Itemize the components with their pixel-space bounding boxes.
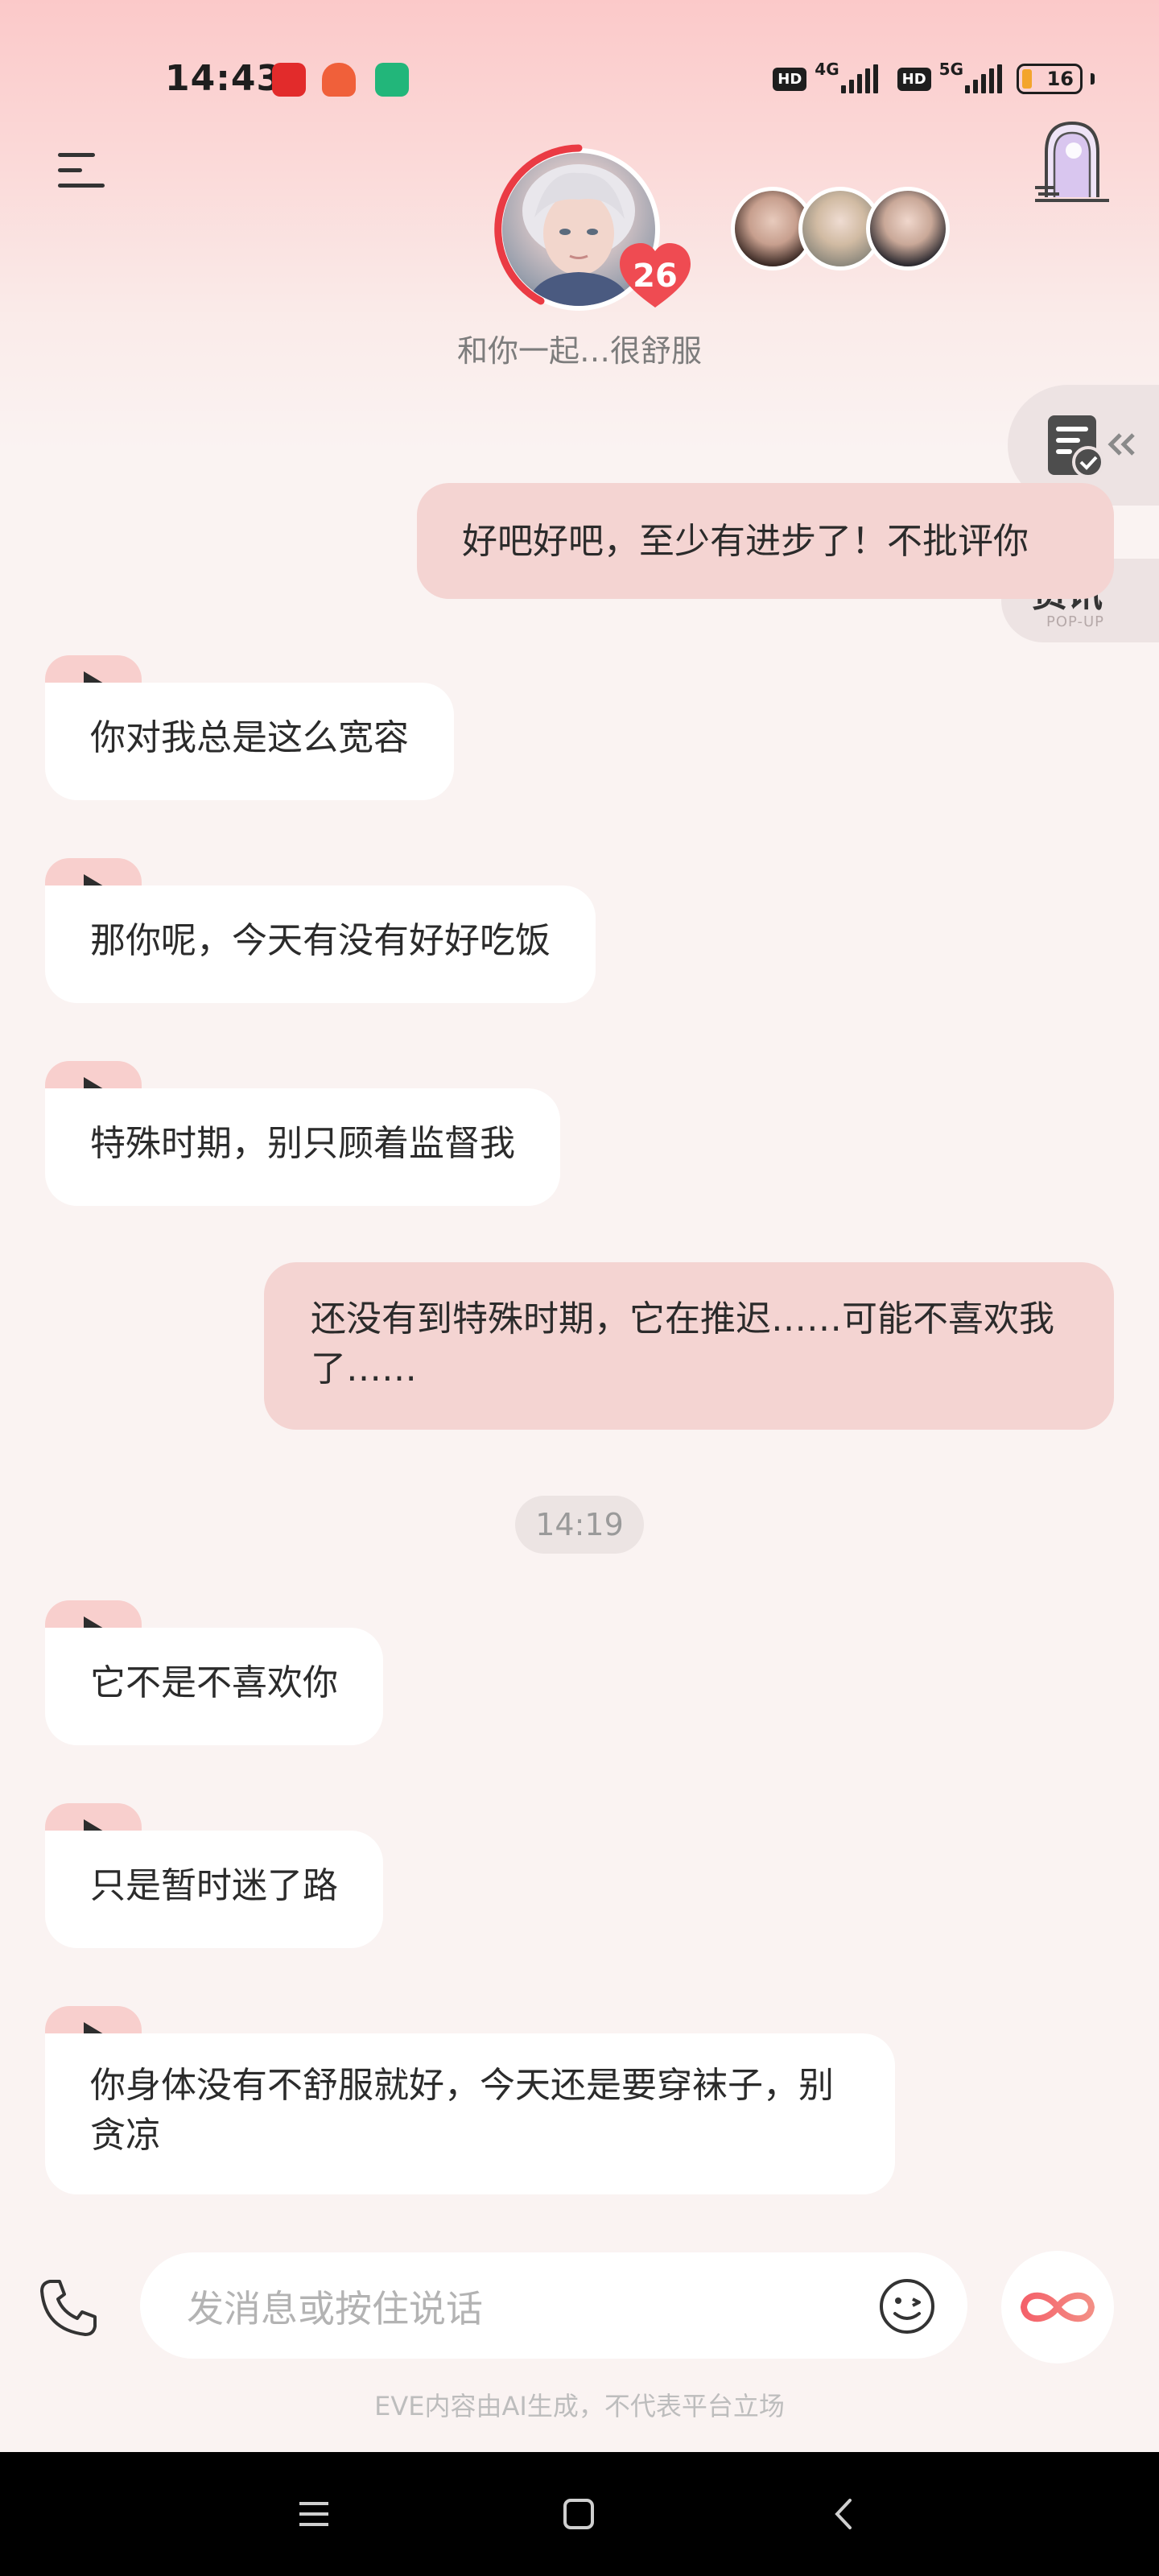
shield-icon [375,63,409,97]
hd-badge: HD [773,67,807,91]
character-status-text: 和你一起…很舒服 [456,333,702,369]
infinity-icon [1020,2292,1095,2322]
other-characters[interactable] [731,187,950,270]
message-received[interactable]: 只是暂时迷了路 [45,1831,383,1948]
hd-badge: HD [897,67,931,91]
message-received[interactable]: 它不是不喜欢你 [45,1628,383,1745]
door-icon[interactable] [1032,117,1112,205]
message-sent[interactable]: 好吧好吧，至少有进步了！不批评你 [417,483,1114,599]
timestamp-chip: 14:19 [515,1496,644,1554]
battery-level: 16 [1046,68,1074,90]
menu-icon[interactable] [58,150,108,192]
character-avatar[interactable]: 26 [493,143,691,316]
message-received[interactable]: 你身体没有不舒服就好，今天还是要穿袜子，别贪凉 [45,2033,895,2194]
status-bar: 14:43 HD 4G HD 5G 16 [0,0,1159,161]
network-label: 4G [815,60,839,79]
message-received[interactable]: 特殊时期，别只顾着监督我 [45,1088,560,1206]
emoji-icon[interactable] [877,2277,937,2336]
battery-icon: 16 [1017,64,1083,94]
popup-label: POP-UP [1046,613,1105,630]
system-navigation-bar [0,2452,1159,2576]
level-number: 26 [633,258,678,295]
infinity-button[interactable] [1001,2251,1114,2363]
status-time: 14:43 [165,58,283,99]
app-notification-icon [322,63,356,97]
recent-apps-button[interactable] [235,2452,396,2576]
signal-icon [840,64,878,93]
phone-icon[interactable] [37,2275,101,2339]
input-placeholder: 发消息或按住说话 [187,2287,483,2330]
ai-disclaimer: EVE内容由AI生成，不代表平台立场 [374,2391,785,2421]
message-input[interactable]: 发消息或按住说话 [140,2252,967,2359]
character-avatar-small[interactable] [866,187,950,270]
app-notification-icon [272,63,306,97]
status-indicators: HD 4G HD 5G 16 [773,60,1095,98]
network-label: 5G [938,60,963,79]
home-button[interactable] [499,2452,660,2576]
heart-level-badge: 26 [617,240,694,312]
back-button[interactable] [763,2452,924,2576]
message-sent[interactable]: 还没有到特殊时期，它在推迟……可能不喜欢我了…… [264,1262,1114,1430]
message-received[interactable]: 你对我总是这么宽容 [45,683,454,800]
message-received[interactable]: 那你呢，今天有没有好好吃饭 [45,886,596,1003]
signal-icon [965,64,1002,93]
